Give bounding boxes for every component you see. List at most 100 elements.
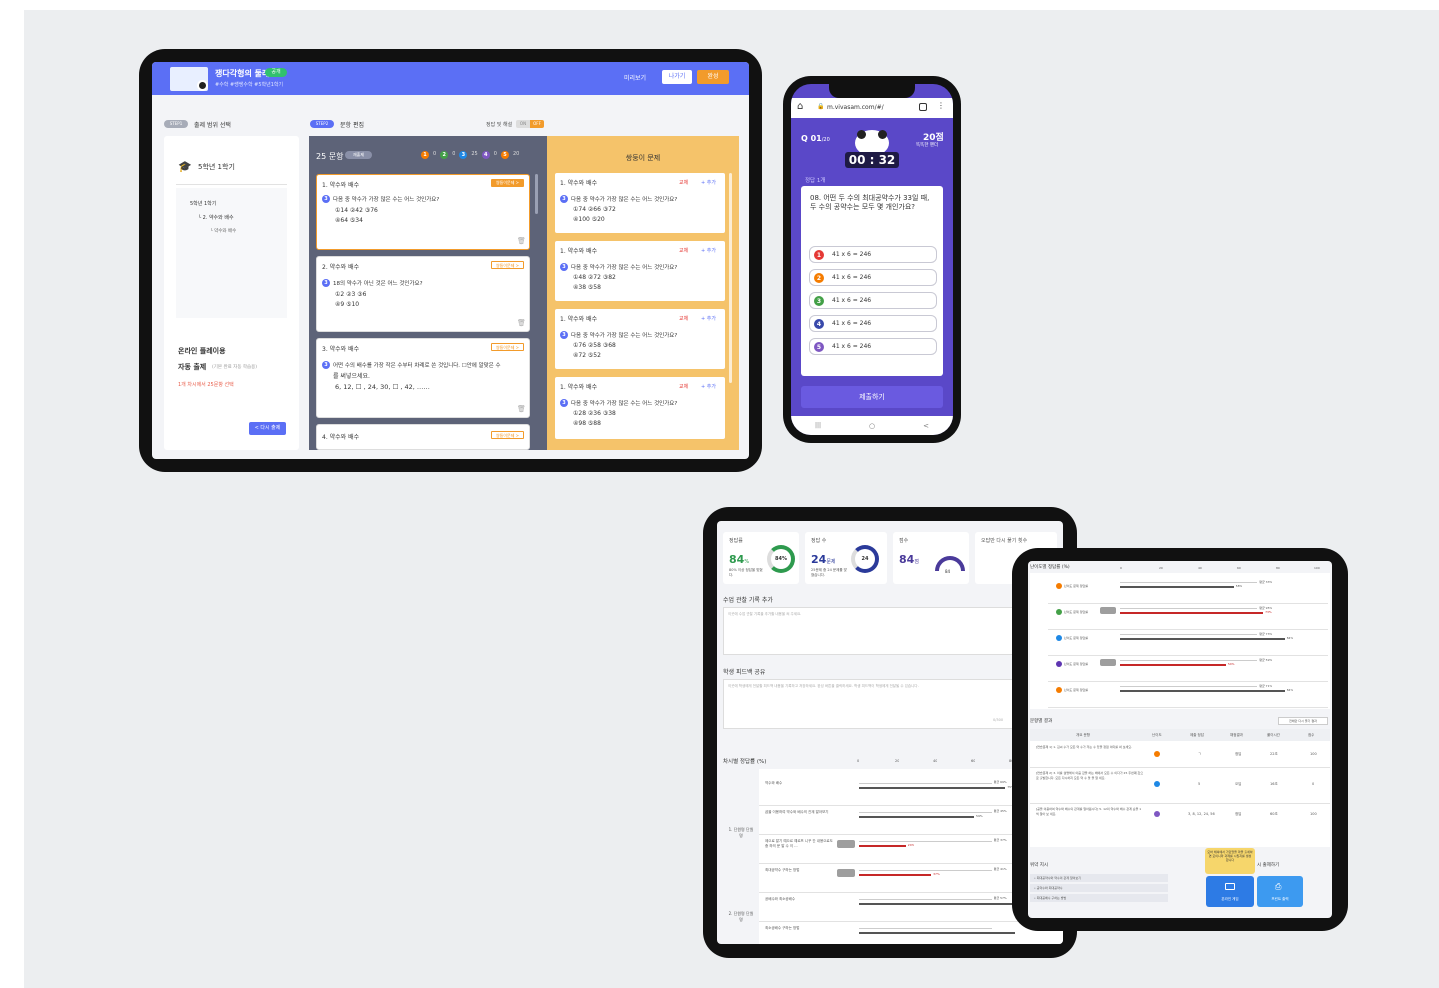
browser-bar: ⌂ 🔒 m.vivasam.com/#/ ⋮ xyxy=(791,98,953,118)
result-grade: 오답 xyxy=(1235,782,1242,786)
average-label: 평균 33% xyxy=(1259,580,1273,584)
add-button[interactable]: + 추가 xyxy=(701,247,716,254)
swap-button[interactable]: 교체 xyxy=(679,315,688,322)
average-bar xyxy=(859,812,992,813)
toggle-on[interactable]: ON xyxy=(516,120,530,128)
question-scrollbar[interactable] xyxy=(535,174,538,214)
trash-icon[interactable]: 🗑 xyxy=(517,319,526,327)
level-dot xyxy=(1154,781,1160,787)
answer-toggle-label: 정답 및 해설 xyxy=(486,122,513,128)
swap-button[interactable]: 교체 xyxy=(679,179,688,186)
camera-icon[interactable] xyxy=(197,80,208,91)
swap-button[interactable]: 교체 xyxy=(679,247,688,254)
student-tag-icon[interactable] xyxy=(1100,659,1116,666)
trash-icon[interactable]: 🗑 xyxy=(517,405,526,413)
twin-card-3[interactable]: 1. 약수와 배수 교체 + 추가 3 다음 중 약수가 가장 많은 수는 어느… xyxy=(555,309,725,369)
row-divider xyxy=(1048,603,1328,604)
online-game-button[interactable]: 온라인 게임 xyxy=(1206,876,1254,907)
count-tag[interactable]: 재출제 xyxy=(345,151,372,159)
answer-option-5[interactable]: 5 41 x 6 = 246 xyxy=(809,338,937,355)
tablet-quiz-editor: 쟁다각형의 둘레 공개 #수학 #쌩쌩수학 #5학년1학기 미리보기 나가기 완… xyxy=(139,49,762,472)
twin-tag[interactable]: 쌍둥이문제 > xyxy=(491,431,524,439)
submit-button[interactable]: 제출하기 xyxy=(801,386,943,408)
trash-icon[interactable]: 🗑 xyxy=(517,237,526,245)
result-answer: 3, 8, 12, 24, 56 xyxy=(1188,812,1215,816)
stat-number: 84 xyxy=(899,553,915,566)
option-text: 41 x 6 = 246 xyxy=(832,320,872,327)
question-card-3[interactable]: 3. 약수와 배수 쌍둥이문제 > 3 어떤 수의 배수를 가장 작은 수부터 … xyxy=(316,338,530,418)
average-bar xyxy=(859,928,992,929)
lesson-bar xyxy=(859,903,1015,905)
preview-button[interactable]: 미리보기 xyxy=(624,73,646,82)
results-filter[interactable]: 전체만 다시 풀기 결과 xyxy=(1278,717,1328,725)
url-text[interactable]: m.vivasam.com/#/ xyxy=(827,104,884,111)
lesson-row-name: 공배수와 최소공배수 xyxy=(765,897,796,901)
level-dot xyxy=(1056,635,1062,641)
average-label: 평균 59% xyxy=(1259,658,1273,662)
option-text: 41 x 6 = 246 xyxy=(832,343,872,350)
lesson-bar xyxy=(859,845,906,847)
add-button[interactable]: + 추가 xyxy=(701,383,716,390)
stat-card-score: 점수 84점 84 xyxy=(893,532,969,584)
recommend-item[interactable]: • 최대공배수 구하는 방법 xyxy=(1030,894,1168,902)
twin-card-1[interactable]: 1. 약수와 배수 교체 + 추가 3 다음 중 약수가 가장 많은 수는 어느… xyxy=(555,173,725,233)
answer-option-1[interactable]: 1 41 x 6 = 246 xyxy=(809,246,937,263)
recommend-item[interactable]: • 최대공약수와 약수의 관계 알아보기 xyxy=(1030,874,1168,882)
question-card-4[interactable]: 4. 약수와 배수 쌍둥이문제 > xyxy=(316,424,530,450)
option-number-3: 3 xyxy=(814,296,824,306)
swap-button[interactable]: 교체 xyxy=(679,383,688,390)
add-button[interactable]: + 추가 xyxy=(701,315,716,322)
student-tag-icon[interactable] xyxy=(837,869,855,877)
step2-badge: STEP2 xyxy=(310,120,334,128)
level-dot xyxy=(1056,687,1062,693)
grade-label: 5학년 1학기 xyxy=(198,163,235,171)
twin-tag[interactable]: 쌍둥이문제 > xyxy=(491,343,524,351)
question-card-2[interactable]: 2. 약수와 배수 쌍둥이문제 > 3 18의 약수가 아닌 것은 어느 것인가… xyxy=(316,256,530,332)
level-label: 난이도 문제 정답률 xyxy=(1064,584,1088,588)
tree-item-lesson[interactable]: └ 약수와 배수 xyxy=(210,228,236,234)
student-tag-icon[interactable] xyxy=(1100,607,1116,614)
average-bar xyxy=(859,870,992,871)
back-icon[interactable]: < xyxy=(923,422,929,430)
average-label: 평균 57% xyxy=(993,896,1007,900)
tree-item-grade[interactable]: 5학년 1학기 xyxy=(190,200,216,207)
exit-button[interactable]: 나가기 xyxy=(662,70,692,84)
twin-tag[interactable]: 쌍둥이문제 > xyxy=(491,261,524,269)
done-button[interactable]: 완성 xyxy=(697,70,729,84)
ring-label: 24 xyxy=(861,556,869,562)
public-badge[interactable]: 공개 xyxy=(265,68,287,77)
phone-screen: ⌂ 🔒 m.vivasam.com/#/ ⋮ Q 01/20 20점 똑똑한 팬… xyxy=(791,84,953,435)
student-tag-icon[interactable] xyxy=(837,840,855,848)
twin-head: 1. 약수와 배수 xyxy=(560,180,598,187)
redo-button[interactable]: < 다시 출제 xyxy=(249,422,286,435)
recommend-item[interactable]: • 공약수와 최대공약수 xyxy=(1030,884,1168,892)
option-text: 41 x 6 = 246 xyxy=(832,297,872,304)
toggle-off[interactable]: OFF xyxy=(530,120,544,128)
lesson-chart-title: 차시별 정답률 (%) xyxy=(723,759,767,765)
recent-apps-icon[interactable]: ||| xyxy=(815,422,821,429)
stat-label: 점수 xyxy=(899,538,909,544)
home-icon[interactable]: ⌂ xyxy=(797,101,803,112)
option-text: 41 x 6 = 246 xyxy=(832,274,872,281)
answer-option-4[interactable]: 4 41 x 6 = 246 xyxy=(809,315,937,332)
tabs-icon[interactable] xyxy=(919,103,927,111)
twin-scrollbar[interactable] xyxy=(729,173,732,383)
twin-card-2[interactable]: 1. 약수와 배수 교체 + 추가 3 다음 중 약수가 가장 많은 수는 어느… xyxy=(555,241,725,301)
answer-option-2[interactable]: 2 41 x 6 = 246 xyxy=(809,269,937,286)
home-nav-icon[interactable]: ○ xyxy=(869,422,875,430)
twin-tag[interactable]: 쌍둥이문제 > xyxy=(491,179,524,187)
stat-card-correct: 정답 수 24문제 25문제 중 24 문제를 맞혔습니다. 24 xyxy=(805,532,887,584)
answer-option-3[interactable]: 3 41 x 6 = 246 xyxy=(809,292,937,309)
print-button[interactable]: ⎙ 프린트 출력 xyxy=(1257,876,1303,907)
twin-card-4[interactable]: 1. 약수와 배수 교체 + 추가 3 다음 중 약수가 가장 많은 수는 어느… xyxy=(555,377,725,439)
question-card-1[interactable]: 1. 약수와 배수 쌍둥이문제 > 3 다음 중 약수가 가장 많은 수는 어느… xyxy=(316,174,530,250)
answer-toggle[interactable]: ON OFF xyxy=(516,120,544,128)
average-label: 평균 37% xyxy=(993,838,1007,842)
lesson-row-name: 곱을 이용하여 약수와 배수의 관계 알아보기 xyxy=(765,810,829,814)
axis-tick: 40 xyxy=(1198,566,1202,570)
add-button[interactable]: + 추가 xyxy=(701,179,716,186)
menu-icon[interactable]: ⋮ xyxy=(937,101,945,110)
twin-head: 1. 약수와 배수 xyxy=(560,248,598,255)
value-label: 37% xyxy=(933,872,940,876)
tree-item-unit[interactable]: └ 2. 약수와 배수 xyxy=(198,214,234,221)
